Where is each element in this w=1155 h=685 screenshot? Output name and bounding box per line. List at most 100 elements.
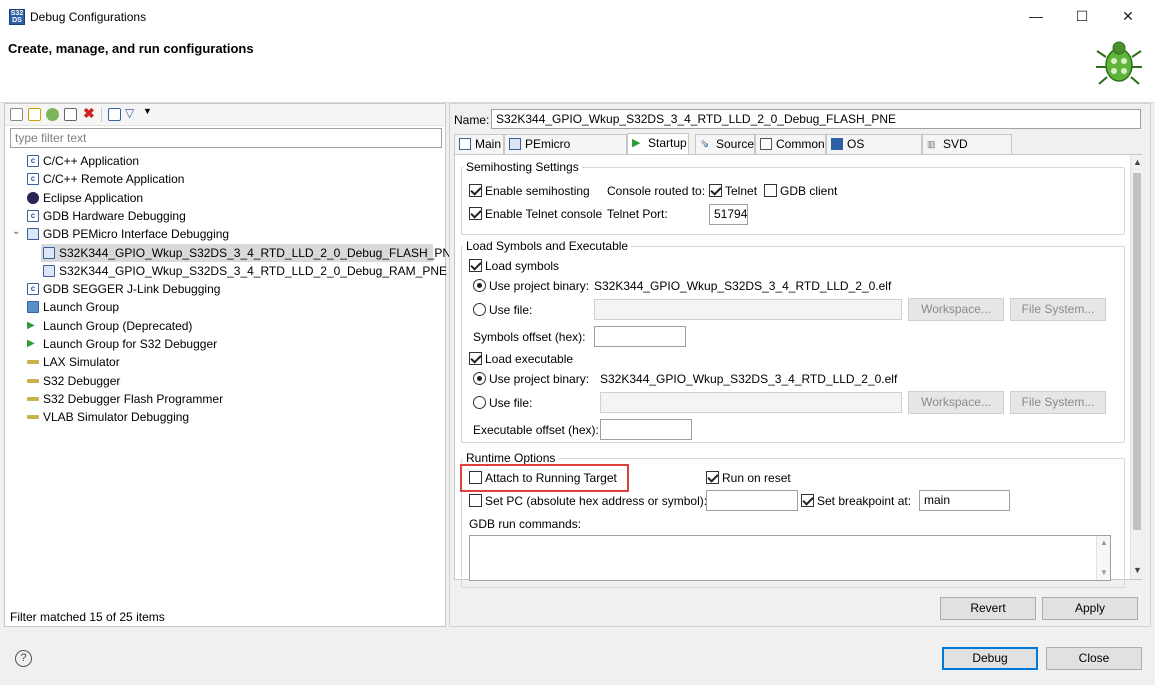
bug-icon xyxy=(1096,41,1142,85)
attach-running-target-checkbox[interactable] xyxy=(469,471,482,484)
filter-status: Filter matched 15 of 25 items xyxy=(10,610,165,624)
tree-item-label: C/C++ Application xyxy=(43,154,140,168)
source-icon: ⇘ xyxy=(700,138,710,150)
exec-use-file-label: Use file: xyxy=(489,396,533,410)
run-on-reset-checkbox[interactable] xyxy=(706,471,719,484)
duplicate-icon[interactable] xyxy=(64,108,77,121)
exec-offset-field[interactable] xyxy=(600,419,692,440)
tab-source-label: Source xyxy=(716,137,755,151)
telnet-checkbox[interactable] xyxy=(709,184,722,197)
title-bar: S32 DS Debug Configurations — ☐ ✕ xyxy=(0,0,1155,33)
enable-semihosting-label: Enable semihosting xyxy=(485,184,590,198)
enable-telnet-console-checkbox[interactable] xyxy=(469,207,482,220)
new-configuration-icon[interactable] xyxy=(10,108,23,121)
tab-os-awareness[interactable]: OS Awareness xyxy=(826,134,922,169)
delete-icon[interactable]: ✖ xyxy=(83,105,95,122)
filter-input[interactable] xyxy=(10,128,442,148)
symbols-file-field xyxy=(594,299,902,320)
chip-icon xyxy=(27,378,39,383)
eclipse-icon xyxy=(27,191,39,204)
load-symbols-checkbox[interactable] xyxy=(469,259,482,272)
exec-use-file-radio[interactable] xyxy=(473,396,486,409)
configuration-toolbar: ✖ ▽ ▼ xyxy=(5,104,445,126)
tab-startup[interactable]: ▶ Startup xyxy=(627,133,689,155)
tab-main[interactable]: Main xyxy=(454,134,504,154)
symbols-use-project-binary-label: Use project binary: xyxy=(489,279,590,293)
load-executable-label: Load executable xyxy=(485,352,574,366)
symbols-binary-name: S32K344_GPIO_Wkup_S32DS_3_4_RTD_LLD_2_0.… xyxy=(594,279,892,293)
configuration-editor: Name: S32K344_GPIO_Wkup_S32DS_3_4_RTD_LL… xyxy=(449,103,1151,627)
set-pc-field[interactable] xyxy=(706,490,798,511)
telnet-port-field[interactable]: 51794 xyxy=(709,204,748,225)
maximize-button[interactable]: ☐ xyxy=(1059,0,1105,33)
content-scrollbar[interactable]: ▲ ▼ xyxy=(1130,155,1142,579)
tree-item-label: S32 Debugger xyxy=(43,373,121,388)
scroll-up-icon[interactable]: ▲ xyxy=(1133,157,1142,167)
c-app-icon: c xyxy=(27,283,39,296)
exec-offset-label: Executable offset (hex): xyxy=(473,423,599,437)
dialog-header: Create, manage, and run configurations xyxy=(0,33,1155,103)
symbols-workspace-button: Workspace... xyxy=(908,298,1004,321)
revert-button[interactable]: Revert xyxy=(940,597,1036,620)
console-routed-label: Console routed to: xyxy=(607,184,706,198)
pemicro-icon xyxy=(27,228,39,241)
close-window-button[interactable]: ✕ xyxy=(1105,0,1151,33)
tree-item-label: Launch Group (Deprecated) xyxy=(43,318,193,333)
breakpoint-field[interactable]: main xyxy=(919,490,1010,511)
tree-item-label: GDB PEMicro Interface Debugging xyxy=(43,227,230,242)
tree-item-label: VLAB Simulator Debugging xyxy=(43,410,190,425)
set-breakpoint-checkbox[interactable] xyxy=(801,494,814,507)
configuration-name-field[interactable]: S32K344_GPIO_Wkup_S32DS_3_4_RTD_LLD_2_0_… xyxy=(491,109,1141,129)
set-pc-checkbox[interactable] xyxy=(469,494,482,507)
set-pc-label: Set PC (absolute hex address or symbol): xyxy=(485,494,708,508)
symbols-use-file-label: Use file: xyxy=(489,303,533,317)
run-icon: ▶ xyxy=(27,319,39,332)
toolbar-separator xyxy=(101,107,102,122)
apply-button[interactable]: Apply xyxy=(1042,597,1138,620)
enable-semihosting-checkbox[interactable] xyxy=(469,184,482,197)
c-app-icon: c xyxy=(27,155,39,167)
gdb-client-checkbox[interactable] xyxy=(764,184,777,197)
tree-item-label: Launch Group for S32 Debugger xyxy=(43,337,218,351)
collapse-all-icon[interactable] xyxy=(108,108,121,121)
tree-item-label: Eclipse Application xyxy=(43,190,144,205)
chevron-down-icon[interactable]: ▼ xyxy=(143,106,152,116)
symbols-use-file-radio[interactable] xyxy=(473,303,486,316)
export-icon[interactable] xyxy=(46,108,59,121)
tab-svd-support[interactable]: ▥ SVD Support xyxy=(922,134,1012,169)
tab-pemicro-debugger[interactable]: PEmicro Debugger xyxy=(504,134,627,169)
new-prototype-icon[interactable] xyxy=(28,108,41,121)
chevron-down-icon[interactable]: ▼ xyxy=(1100,568,1108,577)
filter-icon[interactable]: ▽ xyxy=(125,106,134,120)
exec-file-field xyxy=(600,392,902,413)
launch-group-s32-icon: ▶ xyxy=(27,338,39,350)
run-on-reset-label: Run on reset xyxy=(722,471,791,485)
symbols-file-system-button: File System... xyxy=(1010,298,1106,321)
name-label: Name: xyxy=(454,113,490,127)
exec-binary-name: S32K344_GPIO_Wkup_S32DS_3_4_RTD_LLD_2_0.… xyxy=(600,372,898,386)
launch-group-icon xyxy=(27,301,39,314)
textarea-scrollbar[interactable]: ▲ ▼ xyxy=(1096,536,1110,580)
run-icon: ▶ xyxy=(632,137,641,149)
main-tab-icon xyxy=(459,138,471,150)
tree-item[interactable]: S32K344_GPIO_Wkup_S32DS_3_4_RTD_LLD_2_0_… xyxy=(41,243,459,262)
load-executable-checkbox[interactable] xyxy=(469,352,482,365)
scroll-down-icon[interactable]: ▼ xyxy=(1133,565,1142,575)
help-icon[interactable]: ? xyxy=(15,650,32,667)
chevron-up-icon[interactable]: ▲ xyxy=(1100,538,1108,547)
tab-source[interactable]: ⇘ Source xyxy=(695,134,755,154)
tab-common[interactable]: Common xyxy=(755,134,826,154)
debug-button[interactable]: Debug xyxy=(942,647,1038,670)
enable-telnet-console-label: Enable Telnet console xyxy=(485,207,603,221)
close-button[interactable]: Close xyxy=(1046,647,1142,670)
common-icon xyxy=(760,138,772,150)
symbols-use-project-binary-radio[interactable] xyxy=(473,279,486,292)
exec-use-project-binary-radio[interactable] xyxy=(473,372,486,385)
scroll-thumb[interactable] xyxy=(1133,173,1141,530)
gdb-run-commands-textarea[interactable]: ▲ ▼ xyxy=(469,535,1111,581)
tree-item-label: S32 Debugger Flash Programmer xyxy=(43,391,224,406)
minimize-button[interactable]: — xyxy=(1013,0,1059,33)
tree-item-label: C/C++ Remote Application xyxy=(43,172,185,187)
chevron-down-icon[interactable]: ⌄ xyxy=(12,226,20,237)
symbols-offset-field[interactable] xyxy=(594,326,686,347)
